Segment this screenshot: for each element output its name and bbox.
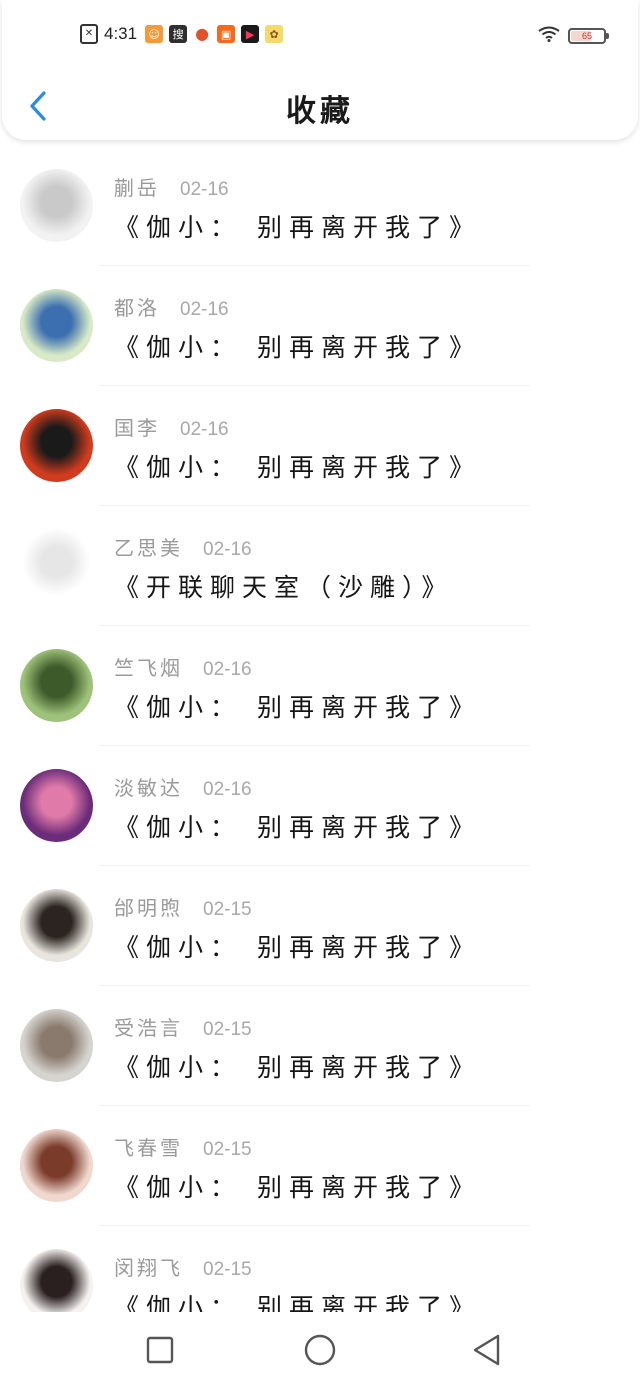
page-title: 收藏 [286, 94, 354, 129]
status-bar: ✕ 4:31 ☺ 搜 ● ▣ ▶ ✿ 65 [2, 20, 640, 52]
author-name: 淡敏达 [114, 776, 183, 800]
favorites-list: 蒯岳 02-16 《伽小： 别再离开我了》 都洛 02-16 《伽小： 别再离开我了》 国李… [0, 146, 640, 1312]
favorite-message[interactable]: 《伽小： 别再离开我了》 [114, 1288, 481, 1312]
favorite-meta: 国李 02-16 [114, 412, 229, 441]
favorite-date: 02-15 [203, 1259, 252, 1280]
favorite-message[interactable]: 《伽小： 别再离开我了》 [114, 208, 481, 244]
app-notification-icon: ☺ [145, 25, 164, 43]
home-button[interactable] [302, 1332, 338, 1368]
favorite-message[interactable]: 《伽小： 别再离开我了》 [114, 1168, 481, 1204]
favorite-meta: 都洛 02-16 [114, 292, 229, 321]
author-name: 都洛 [114, 296, 160, 320]
favorite-message[interactable]: 《伽小： 别再离开我了》 [114, 1048, 481, 1084]
favorite-date: 02-16 [180, 419, 229, 440]
favorite-meta: 乙思美 02-16 [114, 532, 252, 561]
search-app-icon: 搜 [169, 25, 188, 43]
favorite-list-item[interactable]: 飞春雪 02-15 《伽小： 别再离开我了》 [0, 1106, 640, 1226]
avatar[interactable] [20, 649, 93, 722]
author-name: 蒯岳 [114, 176, 160, 200]
basket-app-icon: ● [195, 24, 210, 43]
shopping-app-icon: ▣ [217, 25, 236, 43]
avatar[interactable] [20, 1129, 93, 1202]
favorite-list-item[interactable]: 都洛 02-16 《伽小： 别再离开我了》 [0, 266, 640, 386]
system-navigation-bar [0, 1312, 640, 1387]
favorite-meta: 闵翔飞 02-15 [114, 1252, 252, 1281]
wifi-icon [538, 26, 560, 46]
favorite-date: 02-16 [180, 299, 229, 320]
author-name: 邰明煦 [114, 896, 183, 920]
author-name: 闵翔飞 [114, 1256, 183, 1280]
back-nav-button[interactable] [468, 1332, 504, 1368]
favorite-list-item[interactable]: 受浩言 02-15 《伽小： 别再离开我了》 [0, 986, 640, 1106]
favorite-message[interactable]: 《伽小： 别再离开我了》 [114, 448, 481, 484]
favorite-meta: 竺飞烟 02-16 [114, 652, 252, 681]
favorite-meta: 淡敏达 02-16 [114, 772, 252, 801]
favorite-meta: 受浩言 02-15 [114, 1012, 252, 1041]
favorite-list-item[interactable]: 蒯岳 02-16 《伽小： 别再离开我了》 [0, 146, 640, 266]
favorite-list-item[interactable]: 竺飞烟 02-16 《伽小： 别再离开我了》 [0, 626, 640, 746]
app-header: ✕ 4:31 ☺ 搜 ● ▣ ▶ ✿ 65 收藏 [2, 0, 638, 140]
avatar[interactable] [20, 529, 93, 602]
circle-icon [304, 1334, 336, 1366]
avatar[interactable] [20, 1009, 93, 1082]
avatar[interactable] [20, 769, 93, 842]
battery-icon: 65 [568, 28, 609, 44]
author-name: 乙思美 [114, 536, 183, 560]
favorite-list-item[interactable]: 闵翔飞 02-15 《伽小： 别再离开我了》 [0, 1226, 640, 1312]
video-app-icon: ▶ [241, 25, 260, 43]
recent-apps-button[interactable] [142, 1332, 178, 1368]
favorite-date: 02-16 [203, 539, 252, 560]
avatar[interactable] [20, 889, 93, 962]
author-name: 国李 [114, 416, 160, 440]
favorite-meta: 飞春雪 02-15 [114, 1132, 252, 1161]
favorite-message[interactable]: 《伽小： 别再离开我了》 [114, 808, 481, 844]
favorite-list-item[interactable]: 淡敏达 02-16 《伽小： 别再离开我了》 [0, 746, 640, 866]
favorite-list-item[interactable]: 邰明煦 02-15 《伽小： 别再离开我了》 [0, 866, 640, 986]
favorite-meta: 蒯岳 02-16 [114, 172, 229, 201]
favorite-meta: 邰明煦 02-15 [114, 892, 252, 921]
favorite-list-item[interactable]: 国李 02-16 《伽小： 别再离开我了》 [0, 386, 640, 506]
author-name: 飞春雪 [114, 1136, 183, 1160]
battery-percentage: 65 [581, 31, 592, 41]
game-app-icon: ✿ [265, 25, 284, 43]
status-bar-right: 65 [538, 26, 609, 46]
square-icon [146, 1336, 174, 1364]
favorite-date: 02-15 [203, 1139, 252, 1160]
triangle-back-icon [473, 1334, 500, 1366]
avatar[interactable] [20, 169, 93, 242]
avatar[interactable] [20, 1249, 93, 1312]
favorite-date: 02-16 [180, 179, 229, 200]
status-bar-left: ✕ 4:31 ☺ 搜 ● ▣ ▶ ✿ [80, 24, 284, 44]
sim-card-icon: ✕ [80, 24, 98, 44]
avatar[interactable] [20, 409, 93, 482]
favorite-message[interactable]: 《伽小： 别再离开我了》 [114, 688, 481, 724]
author-name: 受浩言 [114, 1016, 183, 1040]
avatar[interactable] [20, 289, 93, 362]
favorite-date: 02-16 [203, 779, 252, 800]
favorite-message[interactable]: 《伽小： 别再离开我了》 [114, 928, 481, 964]
favorite-message[interactable]: 《开联聊天室（沙雕）》 [114, 568, 454, 604]
favorite-message[interactable]: 《伽小： 别再离开我了》 [114, 328, 481, 364]
author-name: 竺飞烟 [114, 656, 183, 680]
status-time: 4:31 [104, 24, 138, 43]
favorite-date: 02-15 [203, 1019, 252, 1040]
favorite-date: 02-16 [203, 659, 252, 680]
favorite-date: 02-15 [203, 899, 252, 920]
favorite-list-item[interactable]: 乙思美 02-16 《开联聊天室（沙雕）》 [0, 506, 640, 626]
